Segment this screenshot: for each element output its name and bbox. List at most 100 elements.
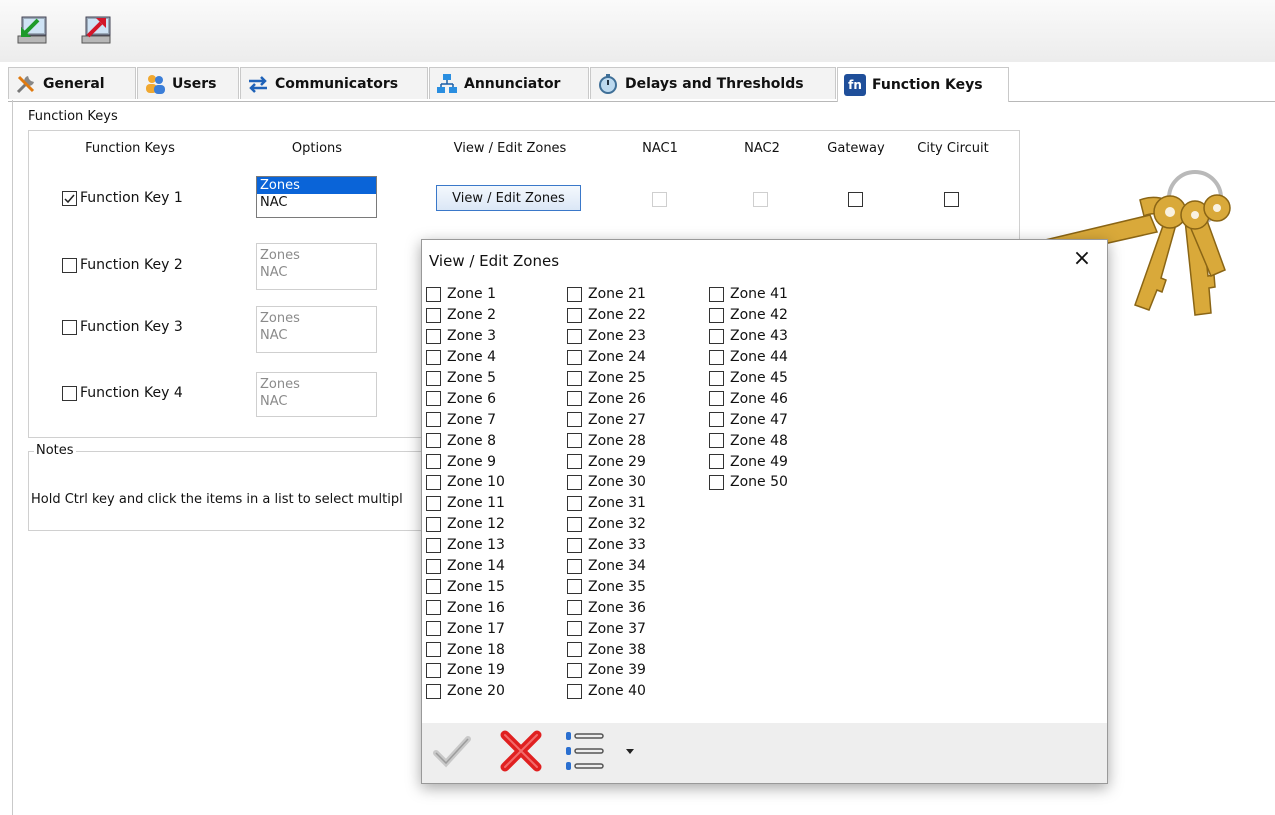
zone-checkbox[interactable]: Zone 48 bbox=[709, 430, 788, 451]
zone-label: Zone 39 bbox=[588, 662, 646, 679]
zone-checkbox[interactable]: Zone 1 bbox=[426, 284, 505, 305]
zone-checkbox[interactable]: Zone 9 bbox=[426, 451, 505, 472]
zone-checkbox[interactable]: Zone 45 bbox=[709, 368, 788, 389]
city-circuit-checkbox[interactable] bbox=[944, 192, 959, 207]
zone-checkbox[interactable]: Zone 30 bbox=[567, 472, 646, 493]
header-view-edit-zones: View / Edit Zones bbox=[453, 141, 567, 156]
checkbox-icon bbox=[426, 454, 441, 470]
dropdown-arrow-icon[interactable] bbox=[625, 744, 635, 754]
zone-checkbox[interactable]: Zone 33 bbox=[567, 535, 646, 556]
zone-label: Zone 10 bbox=[447, 474, 505, 491]
function-key-4-checkbox[interactable]: Function Key 4 bbox=[62, 385, 183, 401]
list-item[interactable]: NAC bbox=[257, 194, 376, 211]
close-icon[interactable]: × bbox=[1069, 246, 1095, 272]
zone-checkbox[interactable]: Zone 18 bbox=[426, 639, 505, 660]
zone-checkbox[interactable]: Zone 19 bbox=[426, 660, 505, 681]
zone-checkbox[interactable]: Zone 31 bbox=[567, 493, 646, 514]
checkbox-icon bbox=[426, 370, 441, 386]
zone-label: Zone 48 bbox=[730, 432, 788, 449]
tab-users[interactable]: Users bbox=[137, 67, 239, 99]
zone-checkbox[interactable]: Zone 41 bbox=[709, 284, 788, 305]
function-key-3-checkbox[interactable]: Function Key 3 bbox=[62, 319, 183, 335]
zone-checkbox[interactable]: Zone 4 bbox=[426, 347, 505, 368]
tab-delays-and-thresholds[interactable]: Delays and Thresholds bbox=[590, 67, 836, 99]
zone-checkbox[interactable]: Zone 42 bbox=[709, 305, 788, 326]
zone-checkbox[interactable]: Zone 36 bbox=[567, 597, 646, 618]
numbered-list-icon[interactable] bbox=[564, 729, 608, 775]
zone-checkbox[interactable]: Zone 16 bbox=[426, 597, 505, 618]
zone-checkbox[interactable]: Zone 37 bbox=[567, 618, 646, 639]
tab-label: Annunciator bbox=[464, 75, 561, 92]
checkmark-icon[interactable] bbox=[432, 731, 472, 771]
tab-general[interactable]: General bbox=[8, 67, 136, 99]
zone-checkbox[interactable]: Zone 50 bbox=[709, 472, 788, 493]
zone-label: Zone 1 bbox=[447, 286, 496, 303]
zone-checkbox[interactable]: Zone 7 bbox=[426, 409, 505, 430]
list-item[interactable]: Zones bbox=[257, 177, 376, 194]
upload-from-panel-icon[interactable] bbox=[80, 14, 112, 46]
zone-checkbox[interactable]: Zone 46 bbox=[709, 388, 788, 409]
zone-checkbox[interactable]: Zone 25 bbox=[567, 368, 646, 389]
zone-checkbox[interactable]: Zone 8 bbox=[426, 430, 505, 451]
checkbox-icon bbox=[426, 349, 441, 365]
tab-function-keys[interactable]: fn Function Keys bbox=[837, 67, 1009, 102]
zone-checkbox[interactable]: Zone 27 bbox=[567, 409, 646, 430]
zone-checkbox[interactable]: Zone 32 bbox=[567, 514, 646, 535]
zone-checkbox[interactable]: Zone 6 bbox=[426, 388, 505, 409]
view-edit-zones-button[interactable]: View / Edit Zones bbox=[436, 185, 581, 211]
zone-checkbox[interactable]: Zone 22 bbox=[567, 305, 646, 326]
zone-checkbox[interactable]: Zone 44 bbox=[709, 347, 788, 368]
checkbox-icon bbox=[62, 385, 77, 401]
checkbox-icon bbox=[567, 662, 582, 678]
checkbox-icon bbox=[567, 307, 582, 323]
zone-checkbox[interactable]: Zone 29 bbox=[567, 451, 646, 472]
zone-checkbox[interactable]: Zone 2 bbox=[426, 305, 505, 326]
dialog-title: View / Edit Zones bbox=[429, 252, 560, 270]
checkbox-icon bbox=[567, 537, 582, 553]
list-item: Zones bbox=[260, 311, 300, 326]
zone-label: Zone 2 bbox=[447, 307, 496, 324]
zone-checkbox[interactable]: Zone 21 bbox=[567, 284, 646, 305]
zone-label: Zone 4 bbox=[447, 349, 496, 366]
zone-checkbox[interactable]: Zone 11 bbox=[426, 493, 505, 514]
zone-checkbox[interactable]: Zone 14 bbox=[426, 556, 505, 577]
zone-checkbox[interactable]: Zone 47 bbox=[709, 409, 788, 430]
download-to-panel-icon[interactable] bbox=[16, 14, 48, 46]
options-listbox-1[interactable]: Zones NAC bbox=[256, 176, 377, 218]
zone-checkbox[interactable]: Zone 43 bbox=[709, 326, 788, 347]
tab-annunciator[interactable]: Annunciator bbox=[429, 67, 589, 99]
zone-label: Zone 24 bbox=[588, 349, 646, 366]
zone-checkbox[interactable]: Zone 17 bbox=[426, 618, 505, 639]
nac1-checkbox bbox=[652, 192, 667, 207]
zone-checkbox[interactable]: Zone 49 bbox=[709, 451, 788, 472]
zone-checkbox[interactable]: Zone 24 bbox=[567, 347, 646, 368]
view-edit-zones-dialog: View / Edit Zones × Zone 1 Zone 2 Zone 3 Zo… bbox=[421, 239, 1108, 784]
function-key-label: Function Key 3 bbox=[80, 319, 183, 335]
function-key-1-checkbox[interactable]: Function Key 1 bbox=[62, 190, 183, 206]
zone-checkbox[interactable]: Zone 15 bbox=[426, 576, 505, 597]
checkbox-icon bbox=[567, 516, 582, 532]
zone-checkbox[interactable]: Zone 23 bbox=[567, 326, 646, 347]
zone-checkbox[interactable]: Zone 28 bbox=[567, 430, 646, 451]
zone-checkbox[interactable]: Zone 13 bbox=[426, 535, 505, 556]
zone-checkbox[interactable]: Zone 40 bbox=[567, 681, 646, 702]
zone-label: Zone 11 bbox=[447, 495, 505, 512]
checkbox-icon bbox=[709, 391, 724, 407]
zone-checkbox[interactable]: Zone 12 bbox=[426, 514, 505, 535]
zone-checkbox[interactable]: Zone 20 bbox=[426, 681, 505, 702]
function-key-2-checkbox[interactable]: Function Key 2 bbox=[62, 257, 183, 273]
zone-checkbox[interactable]: Zone 5 bbox=[426, 368, 505, 389]
zone-checkbox[interactable]: Zone 39 bbox=[567, 660, 646, 681]
zone-checkbox[interactable]: Zone 35 bbox=[567, 576, 646, 597]
function-key-label: Function Key 1 bbox=[80, 190, 183, 206]
zone-checkbox[interactable]: Zone 26 bbox=[567, 388, 646, 409]
zone-checkbox[interactable]: Zone 34 bbox=[567, 556, 646, 577]
zone-label: Zone 20 bbox=[447, 683, 505, 700]
tab-communicators[interactable]: Communicators bbox=[240, 67, 428, 99]
function-keys-group-title: Function Keys bbox=[26, 109, 120, 124]
zone-checkbox[interactable]: Zone 38 bbox=[567, 639, 646, 660]
zone-checkbox[interactable]: Zone 3 bbox=[426, 326, 505, 347]
gateway-checkbox[interactable] bbox=[848, 192, 863, 207]
red-x-icon[interactable] bbox=[498, 728, 544, 774]
zone-checkbox[interactable]: Zone 10 bbox=[426, 472, 505, 493]
